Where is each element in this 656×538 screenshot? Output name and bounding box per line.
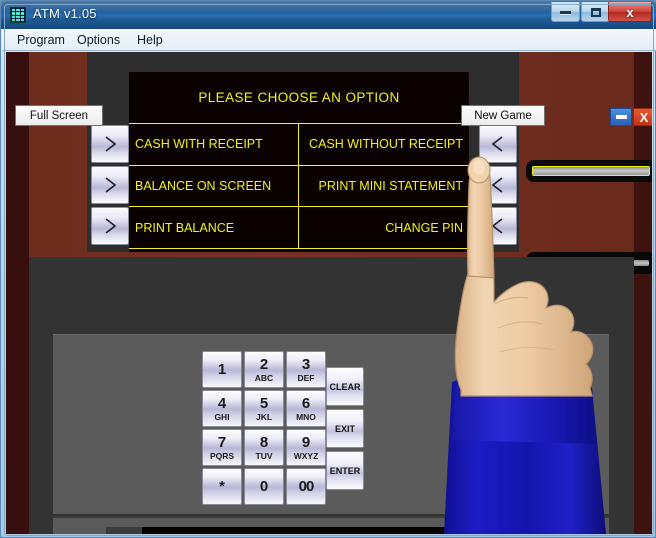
key-0[interactable]: 0 (244, 468, 284, 505)
select-cash-without-receipt-button[interactable] (479, 125, 517, 163)
chevron-left-icon (491, 218, 503, 234)
key-asterisk[interactable]: * (202, 468, 242, 505)
select-balance-on-screen-button[interactable] (91, 166, 129, 204)
key-7[interactable]: 7 PQRS (202, 429, 242, 466)
key-9[interactable]: 9 WXYZ (286, 429, 326, 466)
deposit-slot-cap (106, 527, 142, 534)
key-6[interactable]: 6 MNO (286, 390, 326, 427)
clear-button[interactable]: CLEAR (326, 367, 364, 406)
option-print-mini-statement[interactable]: PRINT MINI STATEMENT (299, 166, 469, 208)
chevron-right-icon (105, 218, 117, 234)
key-4[interactable]: 4 GHI (202, 390, 242, 427)
atm-machine-body: PLEASE CHOOSE AN OPTION CASH WITH RECEIP… (29, 52, 652, 274)
window-minimize-button[interactable] (551, 2, 580, 22)
exit-button[interactable]: EXIT (326, 409, 364, 448)
display-header-text: PLEASE CHOOSE AN OPTION (198, 90, 400, 105)
chevron-left-icon (491, 136, 503, 152)
enter-button[interactable]: ENTER (326, 451, 364, 490)
window-close-button[interactable]: x (608, 2, 652, 22)
key-2[interactable]: 2 ABC (244, 351, 284, 388)
option-balance-on-screen[interactable]: BALANCE ON SCREEN (129, 165, 299, 208)
chevron-left-icon (491, 177, 503, 193)
select-cash-with-receipt-button[interactable] (91, 125, 129, 163)
full-screen-button[interactable]: Full Screen (15, 105, 103, 126)
select-change-pin-button[interactable] (479, 207, 517, 245)
key-1[interactable]: 1 (202, 351, 242, 388)
atm-option-grid: CASH WITH RECEIPT CASH WITHOUT RECEIPT B… (129, 123, 469, 249)
select-print-balance-button[interactable] (91, 207, 129, 245)
chevron-right-icon (105, 136, 117, 152)
minimize-icon (615, 115, 627, 119)
game-minimize-button[interactable] (610, 108, 632, 126)
key-3[interactable]: 3 DEF (286, 351, 326, 388)
key-5[interactable]: 5 JKL (244, 390, 284, 427)
keypad-grid-icon (10, 7, 26, 23)
window-title: ATM v1.05 (33, 6, 97, 21)
left-select-button-column (91, 125, 129, 248)
new-game-button[interactable]: New Game (461, 105, 545, 126)
menu-item-help[interactable]: Help (130, 32, 170, 49)
deposit-slot[interactable] (106, 527, 556, 534)
key-8[interactable]: 8 TUV (244, 429, 284, 466)
close-icon: x (626, 4, 634, 20)
title-bar: ATM v1.05 x (1, 1, 656, 29)
menu-bar: Program Options Help (2, 29, 656, 51)
option-cash-with-receipt[interactable]: CASH WITH RECEIPT (129, 124, 299, 166)
menu-item-options[interactable]: Options (70, 32, 127, 49)
window-maximize-button[interactable] (581, 2, 610, 22)
game-close-button[interactable]: X (633, 108, 652, 126)
atm-display: PLEASE CHOOSE AN OPTION CASH WITH RECEIP… (129, 72, 469, 252)
select-print-mini-statement-button[interactable] (479, 166, 517, 204)
option-change-pin[interactable]: CHANGE PIN (299, 207, 469, 249)
keypad-function-column: CLEAR EXIT ENTER (326, 367, 364, 490)
card-slot[interactable] (526, 160, 652, 182)
card-slot-opening (532, 166, 650, 176)
right-select-button-column (479, 125, 517, 248)
numeric-keypad: 1 2 ABC 3 DEF 4 GHI 5 JKL 6 MNO 7 PQRS 8… (202, 351, 326, 505)
chevron-right-icon (105, 177, 117, 193)
key-double-zero[interactable]: 00 (286, 468, 326, 505)
menu-item-program[interactable]: Program (10, 32, 72, 49)
option-print-balance[interactable]: PRINT BALANCE (129, 207, 299, 249)
maximize-icon (582, 3, 609, 21)
option-cash-without-receipt[interactable]: CASH WITHOUT RECEIPT (299, 124, 469, 166)
application-window: ATM v1.05 x Program Options Help PLEASE … (0, 0, 656, 538)
minimize-icon (552, 3, 579, 21)
atm-scene: PLEASE CHOOSE AN OPTION CASH WITH RECEIP… (6, 52, 652, 534)
